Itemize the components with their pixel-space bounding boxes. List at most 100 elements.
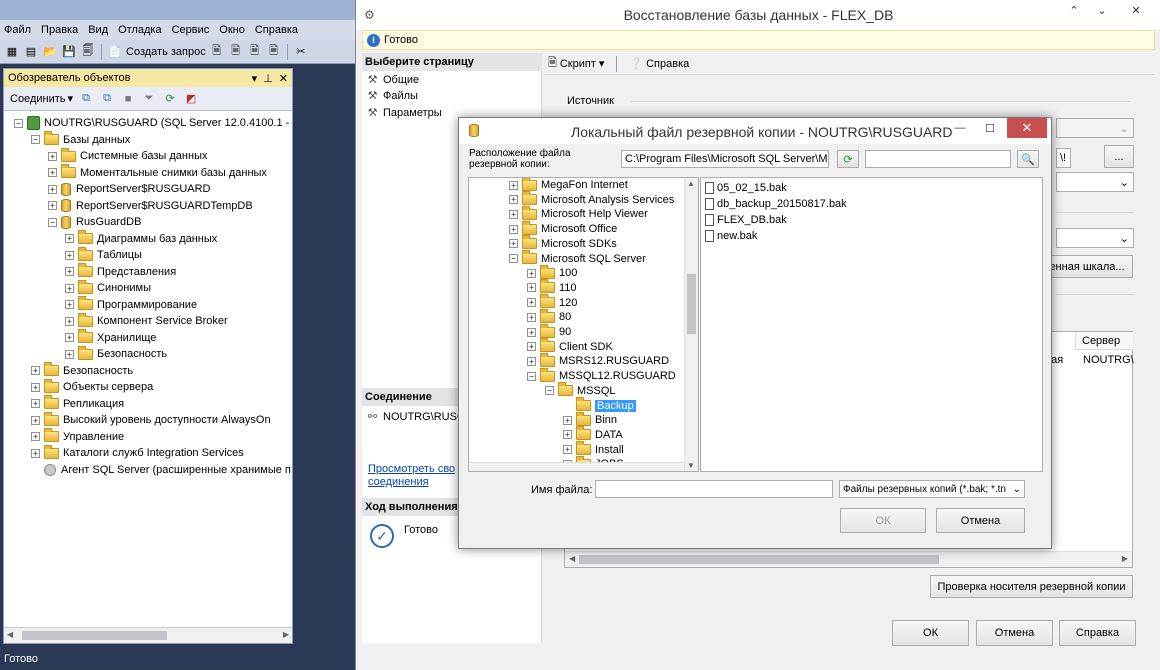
- tree-node[interactable]: + Системные базы данных: [48, 147, 207, 164]
- scroll-up-icon[interactable]: ▲: [687, 179, 695, 188]
- tree-node[interactable]: + Синонимы: [65, 279, 151, 296]
- expand-icon[interactable]: +: [527, 312, 536, 322]
- connect-server-icon[interactable]: ⧉: [78, 91, 94, 107]
- page-files[interactable]: ⚒ Файлы: [366, 87, 418, 104]
- folder-node[interactable]: +120: [527, 294, 577, 310]
- window-close-icon[interactable]: ✕: [1116, 0, 1156, 20]
- expand-icon[interactable]: +: [563, 430, 572, 440]
- help-button[interactable]: ❔ Справка: [629, 57, 689, 71]
- new-query-button[interactable]: 📄 Создать запрос: [107, 44, 206, 60]
- folder-node[interactable]: +90: [527, 323, 571, 339]
- db-query-icon[interactable]: 🗎: [209, 44, 225, 60]
- tree-node[interactable]: + Хранилище: [65, 329, 156, 346]
- restore-down-icon[interactable]: ⌃: [1060, 0, 1088, 20]
- file-item[interactable]: 05_02_15.bak: [705, 180, 787, 196]
- browse-button[interactable]: ...: [1104, 145, 1134, 168]
- connect-button[interactable]: Соединить ▾: [10, 92, 73, 106]
- expand-icon[interactable]: +: [31, 432, 40, 441]
- help-footer-button[interactable]: Справка: [1059, 620, 1136, 646]
- folder-node[interactable]: +100: [527, 264, 577, 280]
- expand-icon[interactable]: +: [509, 239, 518, 249]
- expand-icon[interactable]: +: [65, 234, 74, 243]
- expand-icon[interactable]: +: [48, 184, 57, 194]
- expand-icon[interactable]: +: [31, 382, 40, 392]
- scrollbar-thumb[interactable]: [687, 274, 696, 334]
- tree-node[interactable]: + Безопасность: [31, 362, 133, 379]
- database-select[interactable]: ⌄: [1056, 118, 1134, 138]
- view-connection-link[interactable]: Просмотреть сво соединения: [368, 463, 455, 489]
- pin-icon[interactable]: ⊥: [263, 72, 273, 85]
- folder-node[interactable]: Backup: [563, 397, 636, 413]
- collapse-icon[interactable]: −: [48, 217, 57, 227]
- expand-icon[interactable]: +: [563, 415, 572, 425]
- refresh-icon[interactable]: ⟳: [837, 150, 859, 168]
- expand-icon[interactable]: +: [527, 327, 536, 337]
- script-button[interactable]: 🗎 Скрипт ▾: [548, 54, 604, 73]
- grid-horizontal-scrollbar[interactable]: ◀ ▶: [565, 551, 1132, 567]
- menu-view[interactable]: Вид: [88, 24, 108, 36]
- menu-help[interactable]: Справка: [255, 24, 298, 36]
- expand-icon[interactable]: +: [31, 415, 40, 425]
- file-item[interactable]: new.bak: [705, 228, 757, 244]
- source-database-select[interactable]: ⌄: [1056, 172, 1134, 192]
- collapse-icon[interactable]: −: [31, 135, 40, 144]
- verify-backup-media-button[interactable]: Проверка носителя резервной копии: [930, 575, 1133, 598]
- tree-node[interactable]: + Каталоги служб Integration Services: [31, 444, 244, 461]
- file-type-select[interactable]: Файлы резервных копий (*.bak; *.tn ⌄: [839, 480, 1025, 498]
- open-file-icon[interactable]: 📂: [42, 44, 58, 60]
- vertical-scrollbar[interactable]: ▲ ▼: [684, 178, 698, 471]
- tree-node[interactable]: Агент SQL Server (расширенные хранимые п: [31, 462, 291, 478]
- menu-debug[interactable]: Отладка: [118, 24, 161, 36]
- scrollbar-thumb[interactable]: [579, 555, 939, 564]
- expand-icon[interactable]: +: [65, 283, 74, 293]
- expand-icon[interactable]: +: [65, 349, 74, 359]
- file-item[interactable]: FLEX_DB.bak: [705, 212, 787, 228]
- disconnect-icon[interactable]: ⧉: [99, 91, 115, 107]
- folder-node[interactable]: + Microsoft SDKs: [509, 235, 617, 251]
- minimize-icon[interactable]: —: [947, 118, 973, 138]
- tree-node[interactable]: + Представления: [65, 263, 176, 280]
- folder-node[interactable]: − MSSQL: [545, 382, 616, 398]
- search-icon[interactable]: 🔍: [1017, 150, 1039, 168]
- expand-icon[interactable]: +: [527, 298, 536, 308]
- mdx-query-icon[interactable]: 🗎: [228, 44, 244, 60]
- tree-horizontal-scrollbar[interactable]: [469, 462, 684, 471]
- tree-node[interactable]: + Моментальные снимки базы данных: [48, 164, 267, 181]
- tree-node[interactable]: + Диаграммы баз данных: [65, 230, 217, 247]
- stop-icon[interactable]: ■: [120, 91, 136, 107]
- folder-node[interactable]: − Microsoft SQL Server: [509, 250, 646, 266]
- scroll-left-icon[interactable]: ◀: [569, 554, 575, 563]
- chevron-down-icon[interactable]: ⌄: [1088, 0, 1116, 20]
- device-path-field[interactable]: \!: [1056, 148, 1071, 168]
- folder-node[interactable]: +110: [527, 279, 577, 295]
- search-input[interactable]: [865, 150, 1011, 168]
- horizontal-scrollbar[interactable]: ◀ ▶: [4, 627, 292, 643]
- tree-node[interactable]: + Программирование: [65, 296, 197, 313]
- close-icon[interactable]: ✕: [279, 72, 288, 85]
- scroll-right-icon[interactable]: ▶: [1122, 554, 1128, 563]
- refresh-icon[interactable]: ⟳: [162, 91, 178, 107]
- scrollbar-thumb[interactable]: [22, 631, 167, 640]
- tree-node[interactable]: − NOUTRG\RUSGUARD (SQL Server 12.0.4100.1…: [14, 115, 292, 131]
- folder-node[interactable]: + Client SDK: [527, 338, 613, 354]
- expand-icon[interactable]: +: [65, 250, 74, 260]
- expand-icon[interactable]: +: [48, 151, 57, 161]
- close-icon[interactable]: ✕: [1007, 118, 1047, 138]
- folder-node[interactable]: + Microsoft Analysis Services: [509, 191, 674, 207]
- collapse-icon[interactable]: −: [509, 254, 518, 263]
- location-field[interactable]: C:\Program Files\Microsoft SQL Server\MS…: [621, 150, 829, 168]
- tree-node[interactable]: + Таблицы: [65, 246, 142, 263]
- expand-icon[interactable]: +: [48, 201, 57, 210]
- cut-icon[interactable]: ✂: [293, 44, 309, 60]
- page-general[interactable]: ⚒ Общие: [366, 71, 420, 88]
- expand-icon[interactable]: +: [527, 268, 536, 278]
- scroll-down-icon[interactable]: ▼: [687, 461, 695, 470]
- backup-cancel-button[interactable]: Отмена: [936, 508, 1025, 533]
- maximize-icon[interactable]: ☐: [977, 118, 1003, 138]
- save-icon[interactable]: 💾: [61, 44, 77, 60]
- expand-icon[interactable]: +: [65, 267, 74, 276]
- cancel-button[interactable]: Отмена: [976, 620, 1053, 646]
- scroll-left-icon[interactable]: ◀: [7, 630, 13, 639]
- expand-icon[interactable]: +: [48, 168, 57, 177]
- tree-node[interactable]: + Высокий уровень доступности AlwaysOn: [31, 411, 271, 428]
